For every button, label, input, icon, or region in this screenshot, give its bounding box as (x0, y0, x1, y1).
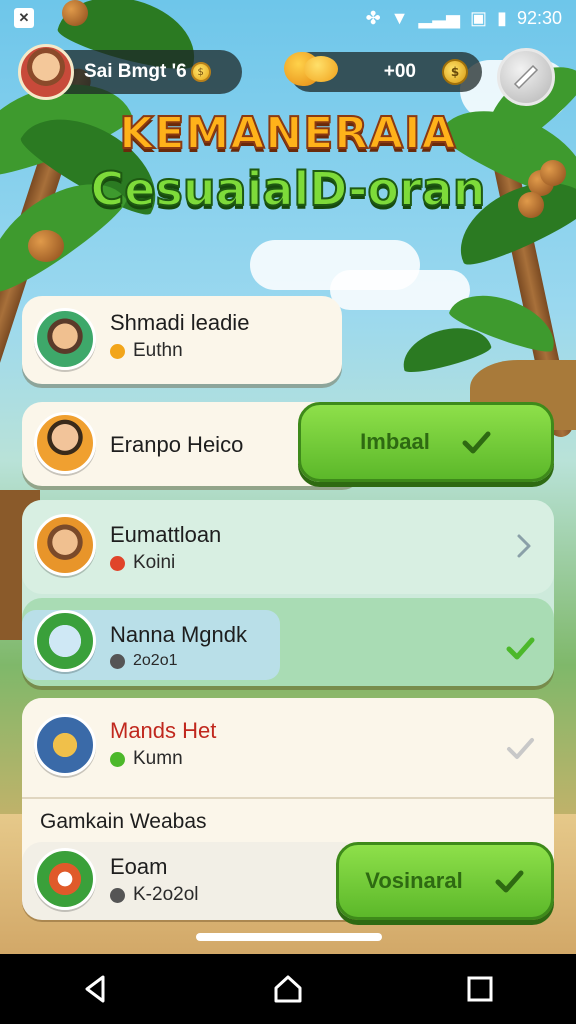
status-dot (110, 555, 125, 571)
card-subtitle: K-2o2ol (110, 884, 199, 906)
avatar (34, 412, 96, 474)
currency-counter[interactable]: +00 $ (284, 52, 482, 92)
settings-button[interactable] (497, 48, 555, 106)
mango-fruit (28, 230, 64, 262)
list-item[interactable]: Eoam K-2o2ol (22, 842, 362, 920)
card-title: Mands Het (110, 718, 217, 743)
avatar (34, 848, 96, 910)
sim-icon: ▣ (470, 7, 488, 28)
avatar (34, 714, 96, 776)
card-subtitle: Koini (110, 552, 175, 574)
player-profile[interactable]: Sai Bmgt '6 $ (18, 44, 242, 100)
card-title: Nanna Mgndk (110, 622, 247, 647)
wifi-icon: ▼ (390, 7, 409, 28)
divider (22, 797, 554, 799)
list-item[interactable]: Shmadi leadie Euthn (22, 296, 342, 384)
mango-currency-icon (284, 42, 344, 90)
card-subtitle-text: Kumn (133, 748, 183, 769)
game-title-line2: CesuaialD-oran (90, 161, 487, 217)
avatar (34, 610, 96, 672)
status-dot (110, 751, 125, 767)
card-subtitle: Euthn (110, 340, 183, 362)
chevron-right-icon[interactable] (510, 532, 538, 560)
section-heading: Gamkain Weabas (40, 810, 207, 833)
card-subtitle-text: Koini (133, 552, 176, 573)
card-subtitle-text: 2o2o1 (133, 652, 178, 669)
card-title: Eranpo Heico (110, 432, 244, 457)
navigation-bar (0, 954, 576, 1024)
card-subtitle-text: Euthn (133, 340, 183, 361)
player-name: Sai Bmgt '6 (84, 61, 187, 82)
status-dot (110, 653, 125, 669)
check-icon (495, 870, 524, 893)
coin-icon: $ (190, 62, 211, 82)
battery-icon: ▮ (497, 7, 507, 28)
add-coins-button[interactable]: $ (442, 59, 468, 85)
collect-button[interactable]: Vosinaral (336, 842, 554, 920)
card-subtitle: Kumn (110, 748, 183, 770)
signal-icon: ▂▃▅ (418, 7, 461, 28)
list-item[interactable]: Mands Het Kumn (22, 698, 554, 794)
recents-icon[interactable] (463, 972, 497, 1006)
currency-amount: +00 (383, 61, 416, 82)
wrench-icon (513, 64, 539, 90)
player-avatar[interactable] (18, 44, 74, 100)
list-item[interactable]: Nanna Mgndk 2o2o1 (22, 598, 554, 686)
check-icon (506, 637, 535, 660)
game-title-line1: KEMANERAIA (118, 107, 457, 160)
claim-button-label: Imbaal (360, 429, 430, 454)
claim-button[interactable]: Imbaal (298, 402, 554, 482)
home-indicator[interactable] (196, 933, 382, 941)
cloud (330, 270, 470, 310)
avatar (34, 308, 96, 370)
status-dot (110, 343, 125, 359)
status-bar: ✕ ✤ ▼ ▂▃▅ ▣ ▮ 92:30 (0, 0, 576, 36)
avatar (34, 514, 96, 576)
card-title: Shmadi leadie (110, 310, 250, 335)
list-item[interactable]: Eumattloan Koini (22, 500, 554, 594)
card-title: Eumattloan (110, 522, 222, 547)
card-subtitle: 2o2o1 (110, 652, 178, 670)
vibrate-icon: ✤ (365, 7, 381, 28)
card-title: Eoam (110, 854, 168, 879)
check-icon (462, 431, 491, 454)
notification-icon: ✕ (14, 8, 34, 28)
collect-button-label: Vosinaral (365, 868, 463, 893)
check-icon (507, 738, 534, 759)
clock: 92:30 (516, 7, 562, 28)
back-icon[interactable] (79, 972, 113, 1006)
status-dot (110, 887, 125, 903)
card-subtitle-text: K-2o2ol (133, 884, 199, 905)
home-icon[interactable] (271, 972, 305, 1006)
